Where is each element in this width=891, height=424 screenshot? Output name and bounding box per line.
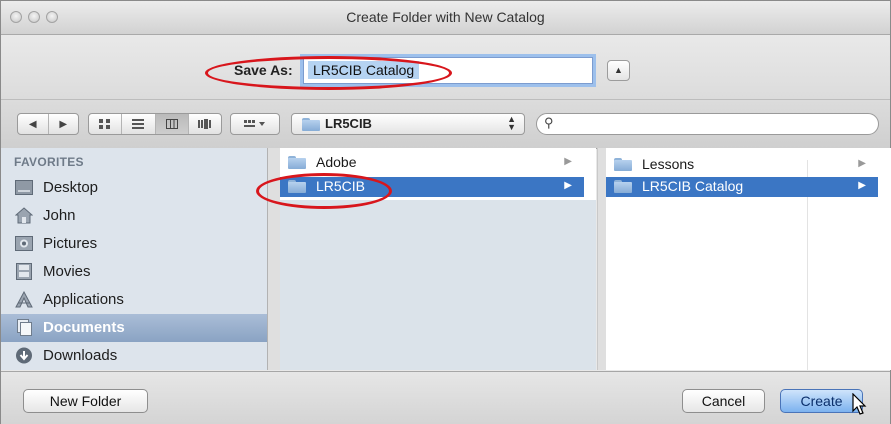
disclosure-arrow-icon: ▶ [858,158,866,169]
list-view-icon[interactable] [122,114,156,134]
toolbar: ◀ ▶ LR5CIB ▲ ▼ ⚲ [1,99,890,149]
disclosure-arrow-icon: ▶ [564,156,572,167]
downloads-icon [16,347,32,364]
location-popup-label: LR5CIB [325,116,372,131]
folder-icon [614,158,632,171]
column-item-adobe[interactable]: Adobe ▶ [280,153,584,173]
forward-arrow-icon[interactable]: ▶ [49,114,79,134]
arrange-menu[interactable] [230,113,280,135]
cancel-button[interactable]: Cancel [682,389,765,413]
bottom-bar: New Folder Cancel Create [1,371,890,424]
column-background [280,200,596,370]
documents-icon [17,319,32,336]
column-item-label: Adobe [316,154,357,170]
search-icon: ⚲ [544,115,554,130]
new-folder-button[interactable]: New Folder [23,389,148,413]
sidebar-item-label: Applications [43,291,124,308]
back-forward-control: ◀ ▶ [17,113,79,135]
sidebar-item-pictures[interactable]: Pictures [1,230,267,258]
folder-icon [288,156,306,169]
location-popup[interactable]: LR5CIB ▲ ▼ [291,113,525,135]
sidebar-item-label: Pictures [43,235,98,252]
disclosure-arrow-icon: ▶ [564,180,572,191]
sidebar-item-label: Desktop [43,179,99,196]
window-title: Create Folder with New Catalog [346,9,545,25]
sidebar-item-label: Downloads [43,347,118,364]
pointer-cursor-icon [852,393,867,415]
column-view-icon[interactable] [155,114,189,134]
column-item-lr5cib-catalog[interactable]: LR5CIB Catalog ▶ [606,177,878,197]
annotation-oval-lr5cib [256,173,392,209]
movies-icon [16,263,32,280]
sidebar-item-downloads[interactable]: Downloads [1,342,267,370]
favorites-heading: FAVORITES [14,155,84,169]
column-item-label: Lessons [642,156,695,172]
sidebar-item-label: Movies [43,263,91,280]
browser-column-2: Lessons ▶ LR5CIB Catalog ▶ [597,148,891,370]
sidebar-item-label: Documents [43,319,125,336]
sidebar-item-movies[interactable]: Movies [1,258,267,286]
save-dialog: Create Folder with New Catalog Save As: … [0,0,891,424]
desktop-icon [15,180,33,195]
applications-icon [15,291,33,308]
folder-icon [614,180,632,193]
search-field[interactable]: ⚲ [536,113,879,135]
sidebar-item-documents[interactable]: Documents [1,314,267,342]
disclosure-arrow-icon: ▶ [858,180,866,191]
sidebar-item-applications[interactable]: Applications [1,286,267,314]
sidebar-item-desktop[interactable]: Desktop [1,174,267,202]
pictures-icon [15,236,33,251]
icon-view-icon[interactable] [89,114,123,134]
sidebar-item-label: John [43,207,76,224]
popup-arrows-icon: ▲ ▼ [507,114,516,132]
annotation-oval-save-as [205,56,452,90]
arrange-icon [231,114,279,134]
column-item-lessons[interactable]: Lessons ▶ [606,155,878,175]
title-bar: Create Folder with New Catalog [1,1,890,35]
sidebar-item-john[interactable]: John [1,202,267,230]
expand-dialog-button[interactable]: ▲ [607,60,630,81]
sidebar: FAVORITES Desktop John Pictures Movies A… [1,148,268,370]
back-arrow-icon[interactable]: ◀ [18,114,49,134]
column-item-label: LR5CIB Catalog [642,178,744,194]
create-button[interactable]: Create [780,389,863,413]
view-mode-control [88,113,222,135]
coverflow-view-icon[interactable] [189,114,221,134]
folder-icon [302,118,320,131]
home-icon [15,207,33,224]
save-as-row: Save As: LR5CIB Catalog ▲ [1,35,890,99]
